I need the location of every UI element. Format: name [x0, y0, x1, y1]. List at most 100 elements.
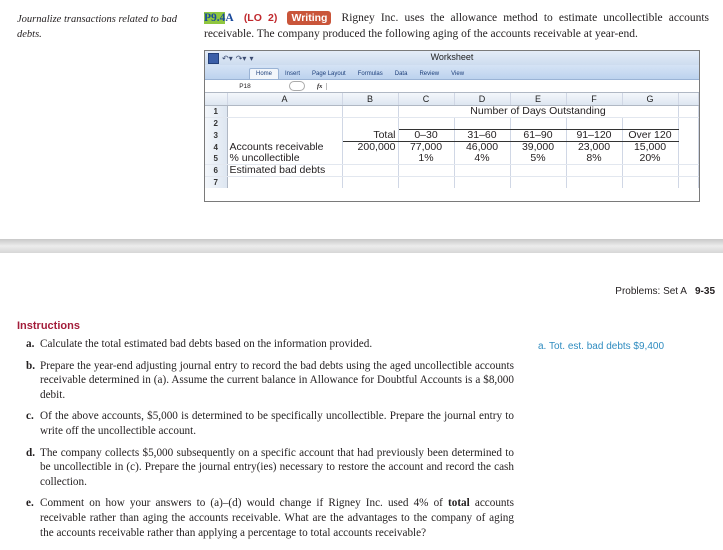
- item-label: a.: [26, 338, 35, 350]
- cell[interactable]: [398, 117, 455, 130]
- item-label: d.: [26, 446, 36, 459]
- column-header[interactable]: B: [342, 93, 399, 106]
- cell[interactable]: [566, 117, 623, 130]
- header-cell[interactable]: 91–120: [566, 129, 623, 142]
- cell[interactable]: [454, 164, 511, 177]
- header-cell[interactable]: Total: [342, 129, 399, 142]
- tab-data[interactable]: Data: [389, 69, 414, 79]
- column-header[interactable]: F: [566, 93, 623, 106]
- cell[interactable]: [678, 176, 699, 188]
- cell[interactable]: 1%: [398, 153, 455, 165]
- cell[interactable]: [678, 164, 699, 177]
- row-header[interactable]: 4: [205, 141, 228, 153]
- name-box[interactable]: P18: [205, 83, 285, 90]
- worksheet-titlebar: ↶▾ ↷▾ ▾ Worksheet: [205, 51, 699, 65]
- cell[interactable]: [342, 164, 399, 177]
- item-label: e.: [26, 497, 34, 510]
- column-header[interactable]: C: [398, 93, 455, 106]
- cell[interactable]: [398, 164, 455, 177]
- cell[interactable]: [678, 105, 699, 118]
- cell[interactable]: [510, 176, 567, 188]
- column-header[interactable]: E: [510, 93, 567, 106]
- cell[interactable]: 5%: [510, 153, 567, 165]
- table-row: 7: [205, 176, 699, 188]
- formula-bar: P18 fx: [205, 80, 699, 93]
- cell[interactable]: [342, 176, 399, 188]
- cell[interactable]: [227, 117, 343, 130]
- page-divider: [0, 239, 723, 253]
- learning-objective: (LO 2): [243, 12, 278, 24]
- tab-review[interactable]: Review: [413, 69, 445, 79]
- cell[interactable]: 4%: [454, 153, 511, 165]
- cell[interactable]: 200,000: [342, 141, 399, 153]
- cell[interactable]: [454, 176, 511, 188]
- cell[interactable]: [342, 153, 399, 165]
- instruction-item: c. Of the above accounts, $5,000 is dete…: [26, 409, 514, 438]
- tab-home[interactable]: Home: [249, 68, 280, 79]
- cell[interactable]: [566, 164, 623, 177]
- header-cell[interactable]: Over 120: [622, 129, 679, 142]
- check-figure: a. Tot. est. bad debts $9,400: [538, 341, 665, 352]
- cell[interactable]: [227, 176, 343, 188]
- row-header[interactable]: 6: [205, 164, 228, 177]
- cell[interactable]: [510, 164, 567, 177]
- cell[interactable]: [454, 117, 511, 130]
- cell[interactable]: 8%: [566, 153, 623, 165]
- cell[interactable]: [622, 176, 679, 188]
- cell[interactable]: [342, 117, 399, 130]
- cell[interactable]: [227, 105, 343, 118]
- row-header[interactable]: 5: [205, 153, 228, 165]
- group-header-cell[interactable]: Number of Days Outstanding: [398, 105, 679, 118]
- problem-text: Rigney Inc. uses the allowance method to…: [204, 12, 709, 40]
- cell[interactable]: % uncollectible: [227, 153, 343, 165]
- cell[interactable]: [227, 129, 343, 142]
- column-header[interactable]: A: [227, 93, 343, 106]
- cell[interactable]: [342, 105, 399, 118]
- row-header[interactable]: 1: [205, 105, 228, 118]
- cell[interactable]: [678, 141, 699, 153]
- fx-icon[interactable]: fx: [317, 82, 328, 90]
- worksheet-window: ↶▾ ↷▾ ▾ Worksheet Home Insert Page Layou…: [204, 50, 700, 202]
- tab-insert[interactable]: Insert: [279, 69, 306, 79]
- row-header[interactable]: 2: [205, 117, 228, 130]
- column-header[interactable]: D: [454, 93, 511, 106]
- header-cell[interactable]: 31–60: [454, 129, 511, 142]
- cell[interactable]: Estimated bad debts: [227, 164, 343, 177]
- column-header[interactable]: G: [622, 93, 679, 106]
- cell[interactable]: [678, 117, 699, 130]
- tab-view[interactable]: View: [445, 69, 470, 79]
- column-header: [678, 93, 699, 106]
- table-row: 5 % uncollectible 1% 4% 5% 8% 20%: [205, 153, 699, 165]
- row-header[interactable]: 7: [205, 176, 228, 188]
- cell[interactable]: [398, 176, 455, 188]
- cell[interactable]: [622, 164, 679, 177]
- page-header: Problems: Set A 9-35: [615, 286, 715, 297]
- table-row: 3 Total 0–30 31–60 61–90 91–120 Over 120: [205, 129, 699, 142]
- instruction-item: d. The company collects $5,000 subsequen…: [26, 446, 514, 490]
- tab-page-layout[interactable]: Page Layout: [306, 69, 352, 79]
- cell[interactable]: [566, 176, 623, 188]
- item-text: Of the above accounts, $5,000 is determi…: [40, 410, 514, 437]
- item-text: The company collects $5,000 subsequently…: [40, 446, 514, 488]
- row-header[interactable]: 3: [205, 129, 228, 142]
- section-title: Problems: Set A: [615, 286, 687, 297]
- cell[interactable]: [678, 153, 699, 165]
- item-text: Calculate the total estimated bad debts …: [40, 338, 373, 350]
- instruction-item: e. Comment on how your answers to (a)–(d…: [26, 496, 514, 540]
- instruction-item: a. Calculate the total estimated bad deb…: [26, 337, 514, 352]
- header-cell[interactable]: 0–30: [398, 129, 455, 142]
- item-text: Prepare the year-end adjusting journal e…: [40, 359, 514, 401]
- cell[interactable]: [510, 117, 567, 130]
- instructions-heading: Instructions: [17, 320, 80, 332]
- select-all-corner[interactable]: [205, 93, 228, 106]
- tab-formulas[interactable]: Formulas: [352, 69, 389, 79]
- table-row: 6 Estimated bad debts: [205, 164, 699, 177]
- header-cell[interactable]: 61–90: [510, 129, 567, 142]
- problem-number: P9.4: [204, 12, 226, 24]
- cell[interactable]: 20%: [622, 153, 679, 165]
- instruction-item: b. Prepare the year-end adjusting journa…: [26, 359, 514, 403]
- ribbon-tabs: Home Insert Page Layout Formulas Data Re…: [205, 65, 699, 80]
- cell[interactable]: [678, 129, 699, 142]
- formula-expand-button[interactable]: [289, 81, 305, 91]
- cell[interactable]: [622, 117, 679, 130]
